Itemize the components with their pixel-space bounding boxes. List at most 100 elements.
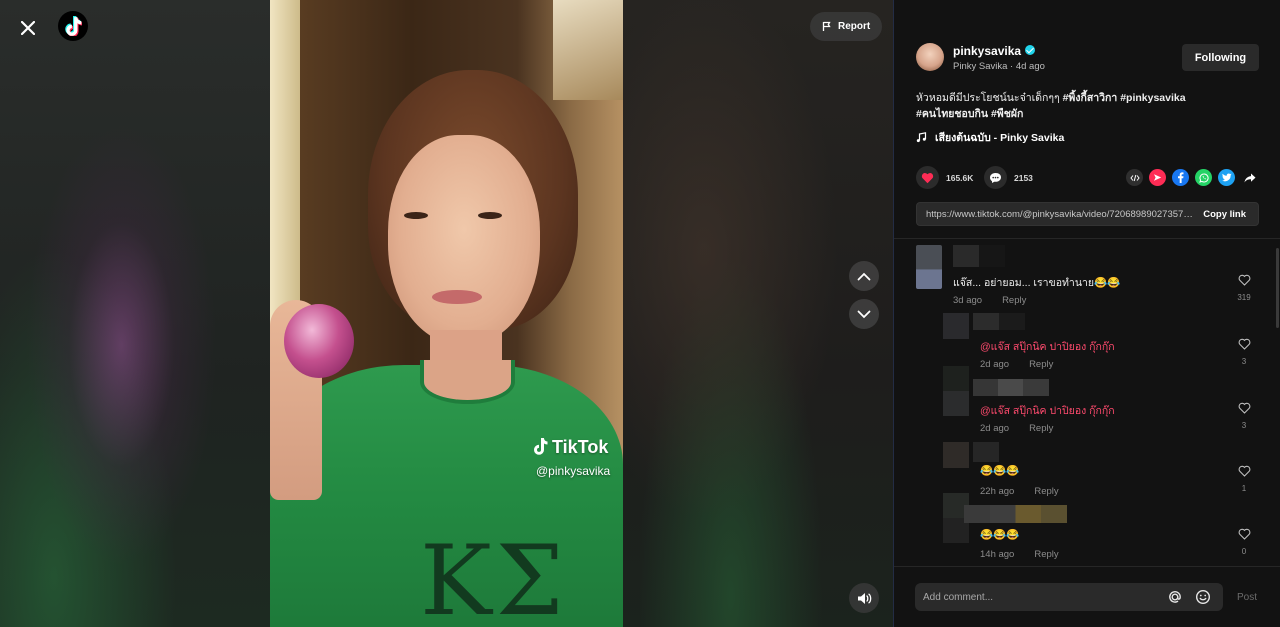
reply-button[interactable]: Reply	[1029, 423, 1053, 434]
mention-at-icon[interactable]	[1167, 589, 1183, 605]
tiktok-logo[interactable]	[58, 11, 88, 41]
music-note-icon	[916, 132, 927, 143]
reply-button[interactable]: Reply	[1029, 359, 1053, 370]
comment-scrollbar[interactable]	[1276, 248, 1279, 328]
comment-like-count: 319	[1237, 293, 1251, 302]
comment-time: 2d ago	[980, 359, 1010, 370]
video-scene-onion	[284, 304, 354, 378]
twitter-share-button[interactable]	[1218, 169, 1235, 186]
commenter-name-pixelated[interactable]	[973, 379, 1049, 396]
reply-button[interactable]: Reply	[1034, 486, 1058, 497]
watermark-brand: TikTok	[532, 437, 608, 458]
whatsapp-icon	[1198, 172, 1209, 183]
heart-icon	[921, 172, 934, 183]
comment-meta: 2d ago Reply	[980, 359, 1053, 370]
volume-button[interactable]	[849, 583, 879, 613]
hashtag-link[interactable]: #พิ้งกี้สาวิกา	[1063, 92, 1118, 104]
watermark-brand-text: TikTok	[552, 437, 609, 457]
comment-item: แจ๊ส... อย่ายอม... เราขอทำนาย😂😂 3d ago Re…	[894, 239, 1280, 311]
comment-button[interactable]: 2153	[984, 166, 1033, 189]
send-arrow-icon	[1154, 174, 1162, 181]
whatsapp-share-button[interactable]	[1195, 169, 1212, 186]
share-link-url[interactable]: https://www.tiktok.com/@pinkysavika/vide…	[926, 209, 1194, 220]
embed-share-button[interactable]	[1126, 169, 1143, 186]
separator-dot: ·	[1010, 61, 1014, 72]
hashtag-link[interactable]: #คนไทยชอบกิน	[916, 108, 988, 120]
author-username[interactable]: pinkysavika	[953, 44, 1036, 58]
comment-like-count: 1	[1241, 484, 1247, 493]
chevron-down-icon	[857, 310, 871, 318]
comment-text: 😂😂😂	[980, 529, 1020, 541]
comment-time: 14h ago	[980, 549, 1015, 560]
comment-text-mention[interactable]: @แจ๊ส สปุ๊กนิค ปาปิยอง กุ๊กกุ๊ก	[980, 338, 1115, 355]
comment-like-button[interactable]: 3	[1234, 337, 1254, 366]
heart-outline-icon	[1238, 338, 1250, 350]
emoji-smile-icon[interactable]	[1195, 589, 1211, 605]
comment-text-mention[interactable]: @แจ๊ส สปุ๊กนิค ปาปิยอง กุ๊กกุ๊ก	[980, 402, 1115, 419]
next-video-button[interactable]	[849, 299, 879, 329]
comment-circle	[984, 166, 1007, 189]
author-display-name: Pinky Savika	[953, 61, 1008, 72]
reply-item: 😂😂😂 14h ago Reply 0	[894, 493, 1280, 566]
video-description: หัวหอมดีมีประโยชน์นะจ๋าเด็กๆๆ #พิ้งกี้สา…	[916, 90, 1261, 122]
more-share-button[interactable]	[1241, 169, 1258, 186]
comment-list: แจ๊ส... อย่ายอม... เราขอทำนาย😂😂 3d ago Re…	[894, 239, 1280, 566]
comment-like-button[interactable]: 319	[1234, 273, 1254, 302]
reply-button[interactable]: Reply	[1002, 295, 1026, 306]
copy-link-button[interactable]: Copy link	[1203, 209, 1246, 220]
commenter-avatar-pixelated[interactable]	[943, 442, 969, 468]
tiktok-video-modal: ΚΣ TikTok @pinkysavika Report pinkysavik…	[0, 0, 1280, 627]
blurred-backdrop-left	[0, 0, 270, 627]
commenter-name-pixelated[interactable]	[979, 245, 1005, 267]
previous-video-button[interactable]	[849, 261, 879, 291]
comment-text: แจ๊ส... อย่ายอม... เราขอทำนาย😂😂	[953, 277, 1121, 289]
comment-like-count: 3	[1241, 421, 1247, 430]
comment-input-wrapper	[915, 583, 1223, 611]
author-subline: Pinky Savika · 4d ago	[953, 61, 1045, 72]
commenter-name-pixelated[interactable]	[964, 505, 1067, 523]
comment-time: 3d ago	[953, 295, 983, 306]
comment-composer: Post	[894, 566, 1280, 627]
following-button[interactable]: Following	[1182, 44, 1259, 71]
comment-like-button[interactable]: 0	[1234, 527, 1254, 556]
reply-button[interactable]: Reply	[1034, 549, 1058, 560]
commenter-name-pixelated[interactable]	[953, 245, 979, 267]
like-button[interactable]: 165.6K	[916, 166, 973, 189]
twitter-bird-icon	[1221, 173, 1232, 182]
music-link[interactable]: เสียงต้นฉบับ - Pinky Savika	[916, 129, 1064, 146]
commenter-name-pixelated[interactable]	[973, 313, 1025, 330]
facebook-icon	[1178, 172, 1184, 183]
close-button[interactable]	[12, 12, 44, 44]
comment-like-count: 0	[1241, 547, 1247, 556]
comment-input[interactable]	[915, 583, 1155, 611]
commenter-avatar-pixelated[interactable]	[916, 245, 942, 289]
comment-like-button[interactable]: 1	[1234, 464, 1254, 493]
action-bar: 165.6K 2153	[916, 166, 1261, 190]
close-icon	[21, 21, 35, 35]
video-scene-eye	[404, 212, 428, 219]
hashtag-link[interactable]: #พืชผัก	[991, 108, 1023, 120]
share-arrow-icon	[1244, 173, 1255, 182]
comment-meta: 22h ago Reply	[980, 486, 1059, 497]
like-count: 165.6K	[946, 172, 974, 183]
report-button[interactable]: Report	[810, 12, 883, 41]
share-link-box: https://www.tiktok.com/@pinkysavika/vide…	[916, 202, 1259, 226]
report-label: Report	[838, 21, 871, 32]
commenter-avatar-pixelated[interactable]	[943, 366, 969, 416]
commenter-name-pixelated[interactable]	[973, 442, 999, 462]
watermark-handle: @pinkysavika	[536, 464, 611, 478]
facebook-share-button[interactable]	[1172, 169, 1189, 186]
flag-icon	[822, 21, 831, 31]
comment-meta: 2d ago Reply	[980, 423, 1053, 434]
avatar[interactable]	[916, 43, 944, 71]
speaker-icon	[857, 592, 871, 604]
video-scene-face	[388, 135, 540, 345]
post-comment-button[interactable]: Post	[1237, 592, 1257, 603]
hashtag-link[interactable]: #pinkysavika	[1120, 92, 1185, 104]
commenter-avatar-pixelated[interactable]	[943, 313, 969, 339]
send-to-friends-button[interactable]	[1149, 169, 1166, 186]
heart-outline-icon	[1238, 274, 1250, 286]
video-player[interactable]: ΚΣ TikTok @pinkysavika	[270, 0, 623, 627]
comment-like-button[interactable]: 3	[1234, 401, 1254, 430]
heart-outline-icon	[1238, 465, 1250, 477]
